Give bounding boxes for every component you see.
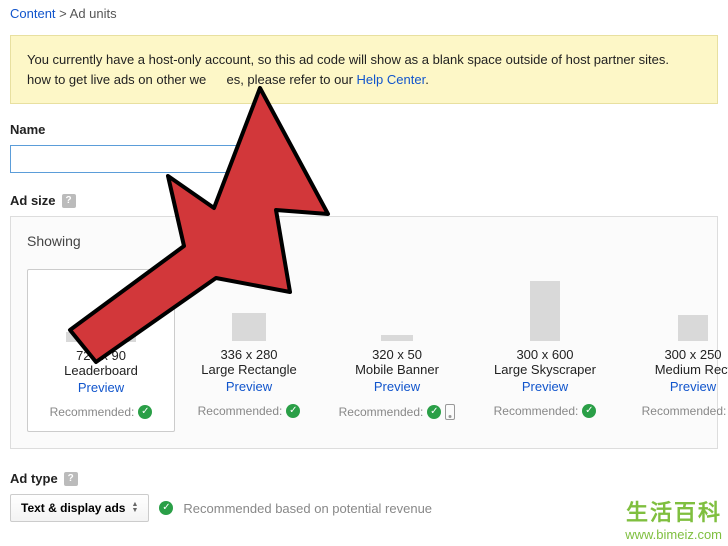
help-icon[interactable]: ?	[62, 194, 76, 208]
showing-label: Showing	[27, 233, 701, 249]
size-dimensions: 320 x 50	[329, 347, 465, 362]
preview-link[interactable]: Preview	[625, 379, 728, 394]
help-center-link[interactable]: Help Center	[357, 72, 426, 87]
breadcrumb: Content > Ad units	[0, 0, 728, 27]
size-preview-shape	[181, 277, 317, 341]
size-card[interactable]: 300 x 600Large Skyscraper Preview Recommen…	[471, 269, 619, 432]
ad-type-label: Ad type ?	[10, 471, 718, 486]
size-name: Medium Rect	[625, 362, 728, 377]
preview-link[interactable]: Preview	[477, 379, 613, 394]
size-card[interactable]: 728 x 90Leaderboard Preview Recommended:✓	[27, 269, 175, 432]
size-name: Leaderboard	[34, 363, 168, 378]
recommended-row: Recommended:✓	[34, 405, 168, 419]
breadcrumb-content-link[interactable]: Content	[10, 6, 56, 21]
check-icon: ✓	[286, 404, 300, 418]
ad-size-panel: Showing 728 x 90Leaderboard Preview Recomm…	[10, 216, 718, 449]
check-icon: ✓	[427, 405, 441, 419]
size-name: Mobile Banner	[329, 362, 465, 377]
check-icon: ✓	[159, 501, 173, 515]
host-only-notice: You currently have a host-only account, …	[10, 35, 718, 104]
breadcrumb-current: Ad units	[70, 6, 117, 21]
ad-size-label: Ad size ?	[10, 193, 718, 208]
size-card[interactable]: 320 x 50Mobile Banner Preview Recommended:…	[323, 269, 471, 432]
preview-link[interactable]: Preview	[181, 379, 317, 394]
size-preview-shape	[625, 277, 728, 341]
check-icon: ✓	[582, 404, 596, 418]
size-preview-shape	[34, 278, 168, 342]
size-name: Large Skyscraper	[477, 362, 613, 377]
recommended-row: Recommended:✓	[329, 404, 465, 420]
help-icon[interactable]: ?	[64, 472, 78, 486]
recommended-row: Recommended:✓	[625, 404, 728, 418]
name-input[interactable]	[10, 145, 270, 173]
size-dimensions: 336 x 280	[181, 347, 317, 362]
mobile-icon	[445, 404, 455, 420]
spinner-icon: ▲▼	[131, 502, 138, 514]
preview-link[interactable]: Preview	[34, 380, 168, 395]
recommended-row: Recommended:✓	[181, 404, 317, 418]
size-dimensions: 300 x 250	[625, 347, 728, 362]
size-dimensions: 728 x 90	[34, 348, 168, 363]
size-card[interactable]: 300 x 250Medium Rect Preview Recommended:✓	[619, 269, 728, 432]
check-icon: ✓	[138, 405, 152, 419]
size-cards: 728 x 90LeaderboardPreviewRecommended:✓3…	[27, 269, 701, 432]
recommended-row: Recommended:✓	[477, 404, 613, 418]
preview-link[interactable]: Preview	[329, 379, 465, 394]
size-card[interactable]: 336 x 280Large Rectangle Preview Recommend…	[175, 269, 323, 432]
name-label: Name	[10, 122, 718, 137]
size-dimensions: 300 x 600	[477, 347, 613, 362]
size-preview-shape	[329, 277, 465, 341]
rec-text: Recommended based on potential revenue	[183, 501, 432, 516]
ad-type-select[interactable]: Text & display ads ▲▼	[10, 494, 149, 522]
size-preview-shape	[477, 277, 613, 341]
size-name: Large Rectangle	[181, 362, 317, 377]
